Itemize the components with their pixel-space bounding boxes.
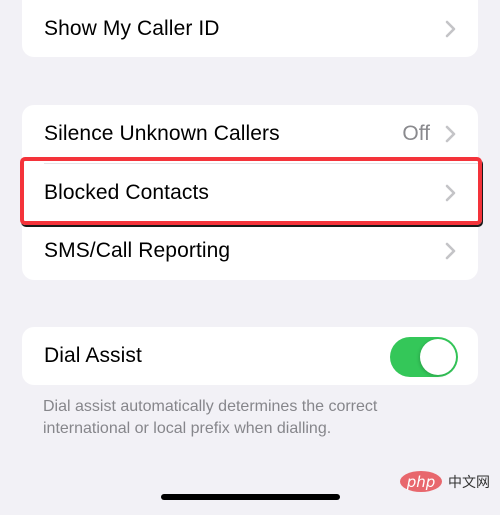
- sms-call-reporting-row[interactable]: SMS/Call Reporting: [22, 222, 478, 280]
- row-label: Silence Unknown Callers: [44, 122, 280, 145]
- chevron-right-icon: [445, 242, 456, 260]
- row-label: Show My Caller ID: [44, 17, 220, 40]
- chevron-right-icon: [445, 20, 456, 38]
- dial-assist-group: Dial Assist: [22, 327, 478, 385]
- row-label: Blocked Contacts: [44, 181, 210, 204]
- chevron-right-icon: [445, 125, 456, 143]
- watermark: php 中文网: [400, 471, 490, 492]
- toggle-knob: [420, 339, 456, 375]
- watermark-text: 中文网: [448, 474, 490, 491]
- dial-assist-row: Dial Assist: [22, 327, 478, 385]
- show-my-caller-id-row[interactable]: Show My Caller ID: [22, 0, 478, 58]
- row-value: Off: [402, 122, 430, 145]
- row-label: Dial Assist: [44, 344, 142, 367]
- blocked-contacts-row[interactable]: Blocked Contacts: [22, 164, 478, 222]
- row-label: SMS/Call Reporting: [44, 239, 231, 262]
- dial-assist-description: Dial assist automatically determines the…: [43, 398, 378, 437]
- caller-id-group: Show My Caller ID: [22, 0, 478, 57]
- home-indicator[interactable]: [161, 494, 340, 500]
- dial-assist-toggle[interactable]: [390, 337, 458, 377]
- chevron-right-icon: [445, 184, 456, 202]
- silence-unknown-callers-row[interactable]: Silence Unknown Callers Off: [22, 105, 478, 163]
- php-logo: php: [400, 471, 442, 492]
- call-blocking-group: Silence Unknown Callers Off Blocked Cont…: [22, 105, 478, 280]
